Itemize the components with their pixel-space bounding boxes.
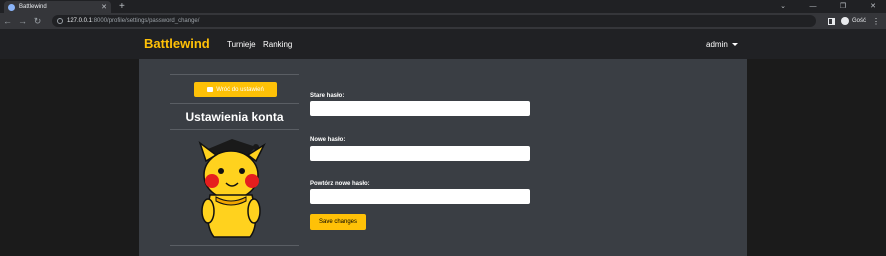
divider xyxy=(170,245,299,246)
new-password-label: Nowe hasło: xyxy=(310,137,346,143)
browser-tab-strip: Battlewind ✕ + ⌄ — ❐ ✕ xyxy=(0,0,886,13)
page-title: Ustawienia konta xyxy=(185,110,284,124)
confirm-password-field[interactable] xyxy=(310,189,530,204)
url-host: 127.0.0.1 xyxy=(67,18,93,24)
address-bar[interactable]: 127.0.0.1 :8000/profile/settings/passwor… xyxy=(52,15,816,27)
confirm-password-label: Powtórz nowe hasło: xyxy=(310,181,370,187)
close-window-icon[interactable]: ✕ xyxy=(866,0,880,13)
site-navbar: Battlewind Turnieje Ranking admin xyxy=(0,29,886,59)
profile-button[interactable]: Gość xyxy=(840,17,866,25)
menu-kebab-icon[interactable]: ⋮ xyxy=(872,17,880,26)
tab-title: Battlewind xyxy=(19,4,47,10)
minimize-icon[interactable]: — xyxy=(806,0,820,13)
forward-arrow-icon[interactable]: → xyxy=(15,13,30,29)
old-password-field[interactable] xyxy=(310,101,530,116)
restore-icon[interactable]: ❐ xyxy=(836,0,850,13)
new-password-field[interactable] xyxy=(310,146,530,161)
back-to-settings-button[interactable]: Wróć do ustawień xyxy=(194,82,277,97)
reload-icon[interactable]: ↻ xyxy=(30,13,45,29)
close-tab-icon[interactable]: ✕ xyxy=(101,4,107,11)
nav-link-turnieje[interactable]: Turnieje xyxy=(227,40,256,49)
avatar xyxy=(198,139,266,238)
divider xyxy=(170,103,299,104)
chevron-down-icon[interactable]: ⌄ xyxy=(776,0,790,13)
toolbar-actions: Gość ⋮ xyxy=(827,13,880,29)
side-panel-icon[interactable] xyxy=(827,17,835,25)
profile-label: Gość xyxy=(851,18,866,24)
save-changes-button[interactable]: Save changes xyxy=(310,214,366,230)
back-button-label: Wróć do ustawień xyxy=(216,86,264,93)
user-name: admin xyxy=(706,40,728,49)
old-password-label: Stare hasło: xyxy=(310,93,345,99)
divider xyxy=(170,74,299,75)
window-controls: ⌄ — ❐ ✕ xyxy=(776,0,880,13)
password-change-form: Stare hasło: Nowe hasło: Powtórz nowe ha… xyxy=(310,74,530,246)
info-icon[interactable] xyxy=(57,18,63,24)
tab-favicon-icon xyxy=(8,3,15,11)
divider xyxy=(170,129,299,130)
brand-logo[interactable]: Battlewind xyxy=(144,36,210,51)
guest-avatar-icon xyxy=(840,17,849,25)
nav-link-ranking[interactable]: Ranking xyxy=(263,40,292,49)
caret-down-icon xyxy=(731,43,738,46)
user-dropdown[interactable]: admin xyxy=(706,40,738,49)
back-icon xyxy=(207,87,214,92)
back-arrow-icon[interactable]: ← xyxy=(0,13,15,29)
new-tab-icon[interactable]: + xyxy=(119,0,125,13)
url-path: :8000/profile/settings/password_change/ xyxy=(92,18,200,24)
browser-tab[interactable]: Battlewind ✕ xyxy=(4,1,111,13)
settings-sidebar: Wróć do ustawień Ustawienia konta xyxy=(170,74,299,246)
browser-toolbar: ← → ↻ 127.0.0.1 :8000/profile/settings/p… xyxy=(0,13,886,29)
